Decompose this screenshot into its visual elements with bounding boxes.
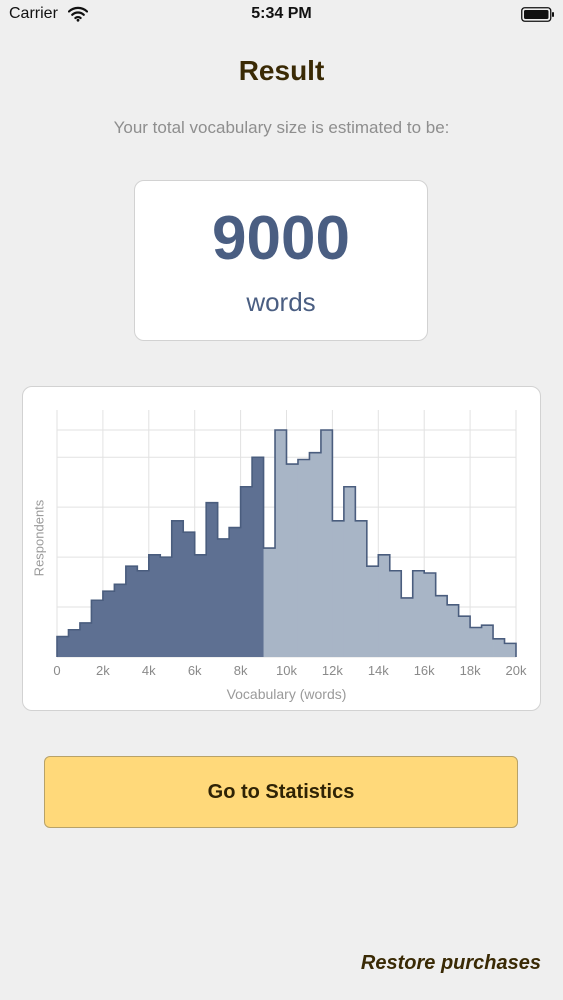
histogram-bar (401, 597, 414, 657)
y-axis-label: Respondents (31, 499, 47, 577)
histogram-bar (470, 627, 482, 657)
restore-purchases-link[interactable]: Restore purchases (361, 952, 541, 975)
histogram-bar (424, 573, 437, 657)
x-tick-label: 20k (505, 663, 527, 678)
histogram-bar-highlighted (206, 502, 219, 657)
histogram-bar-highlighted (79, 622, 92, 657)
x-tick-label: 12k (321, 663, 343, 678)
x-tick-label: 2k (96, 663, 110, 678)
x-tick-label: 10k (276, 663, 297, 678)
histogram-bar-highlighted (114, 584, 127, 657)
x-tick-label: 4k (141, 663, 156, 678)
histogram-bar (389, 570, 402, 657)
result-screen: Carrier 5:34 PM Result Your total vocabu… (0, 0, 563, 1000)
histogram-bar (355, 520, 368, 657)
histogram-bar-highlighted (240, 486, 253, 657)
histogram-bar (332, 520, 345, 657)
histogram-bar (263, 548, 276, 657)
histogram-bar-highlighted (229, 527, 241, 657)
go-to-statistics-button[interactable]: Go to Statistics (44, 756, 518, 828)
x-tick-label: 18k (459, 663, 481, 678)
histogram-bar (309, 452, 322, 657)
x-tick-label: 6k (187, 663, 202, 678)
x-tick-label: 0 (53, 663, 61, 678)
histogram-bar (320, 430, 333, 657)
histogram-bar (378, 554, 391, 657)
histogram-bar-highlighted (183, 532, 196, 657)
histogram-bar (297, 459, 310, 657)
histogram-bar (504, 643, 517, 657)
x-axis-label: Vocabulary (words) (226, 686, 347, 702)
x-tick-label: 14k (367, 663, 389, 678)
histogram-bar-highlighted (137, 570, 150, 657)
histogram-bar (343, 486, 356, 657)
histogram-bar-highlighted (194, 554, 207, 657)
histogram-bar (458, 616, 471, 657)
histogram-bar (366, 566, 379, 657)
histogram-bar-highlighted (160, 557, 173, 657)
histogram-bar (447, 604, 460, 657)
x-tick-label: 8k (233, 663, 248, 678)
histogram-bar (412, 570, 425, 657)
histogram-chart (56, 410, 517, 658)
x-tick-label: 16k (413, 663, 435, 678)
histogram-bar-highlighted (125, 566, 138, 657)
histogram-bar (286, 464, 299, 657)
histogram-bar (275, 430, 287, 657)
histogram-bar (493, 638, 505, 657)
histogram-bar-highlighted (217, 538, 230, 657)
histogram-bar-highlighted (171, 520, 184, 657)
histogram-bar-highlighted (68, 629, 81, 657)
histogram-bar-highlighted (102, 591, 115, 657)
histogram-bar (435, 595, 448, 657)
histogram-bar (481, 625, 494, 657)
histogram-bar-highlighted (252, 457, 264, 657)
histogram-bar-highlighted (91, 600, 104, 657)
histogram-bar-highlighted (148, 554, 161, 657)
histogram-bar-highlighted (57, 636, 69, 657)
